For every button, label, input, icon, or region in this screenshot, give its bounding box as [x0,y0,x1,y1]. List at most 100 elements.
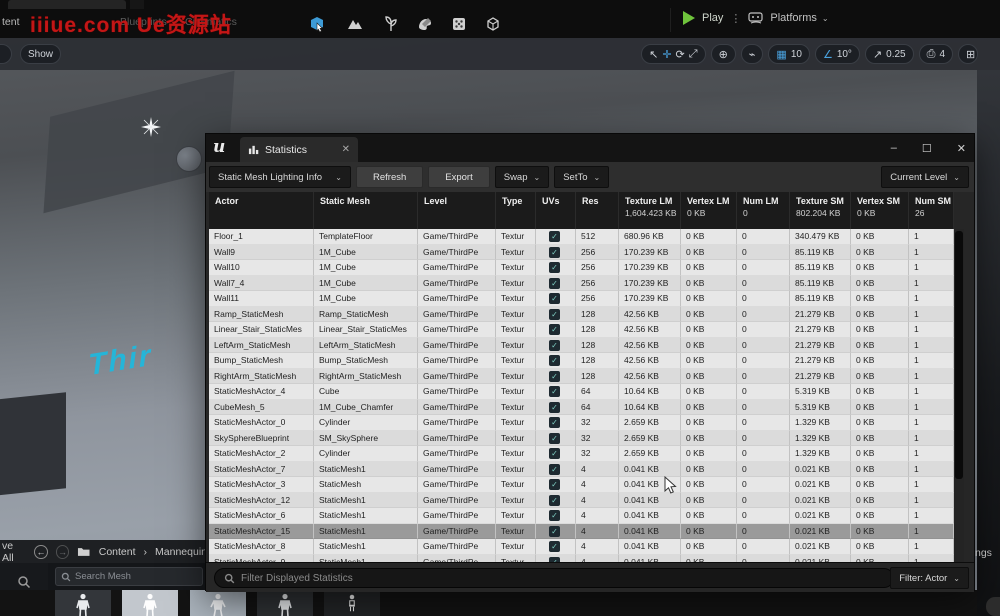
breadcrumb-content[interactable]: Content [99,546,136,558]
show-button[interactable]: Show [20,44,61,64]
brush-editing-mode-icon[interactable] [482,13,504,35]
table-row[interactable]: StaticMeshActor_15StaticMesh1Game/ThirdP… [209,524,954,540]
table-row[interactable]: SkySphereBlueprintSM_SkySphereGame/Third… [209,431,954,447]
uvs-checkbox[interactable]: ✓ [536,229,576,245]
uvs-checkbox[interactable]: ✓ [536,307,576,323]
table-row[interactable]: StaticMeshActor_4CubeGame/ThirdPeTextur✓… [209,384,954,400]
column-header[interactable]: UVs [536,192,576,229]
mesh-paint-mode-icon[interactable] [414,13,436,35]
table-row[interactable]: Wall7_41M_CubeGame/ThirdPeTextur✓256170.… [209,276,954,292]
play-button[interactable]: Play [702,12,723,24]
select-mode-icon[interactable] [306,13,328,35]
uvs-checkbox[interactable]: ✓ [536,431,576,447]
refresh-button[interactable]: Refresh [356,166,423,188]
column-header[interactable]: Actor [209,192,314,229]
uvs-checkbox[interactable]: ✓ [536,415,576,431]
uvs-checkbox[interactable]: ✓ [536,338,576,354]
play-icon[interactable] [683,11,695,25]
fracture-mode-icon[interactable] [448,13,470,35]
stats-mode-dropdown[interactable]: Static Mesh Lighting Info ⌄ [209,166,351,188]
tab-close-icon[interactable]: ✕ [342,144,350,155]
uvs-checkbox[interactable]: ✓ [536,555,576,563]
filter-statistics-input[interactable]: Filter Displayed Statistics [214,568,894,588]
table-row[interactable]: CubeMesh_51M_Cube_ChamferGame/ThirdPeTex… [209,400,954,416]
uvs-checkbox[interactable]: ✓ [536,462,576,478]
uvs-checkbox[interactable]: ✓ [536,524,576,540]
table-row[interactable]: Wall111M_CubeGame/ThirdPeTextur✓256170.2… [209,291,954,307]
uvs-checkbox[interactable]: ✓ [536,400,576,416]
breadcrumb-mannequin[interactable]: Mannequin [155,546,207,558]
uvs-checkbox[interactable]: ✓ [536,276,576,292]
table-row[interactable]: StaticMeshActor_12StaticMesh1Game/ThirdP… [209,493,954,509]
table-row[interactable]: Wall101M_CubeGame/ThirdPeTextur✓256170.2… [209,260,954,276]
export-button[interactable]: Export [428,166,489,188]
level-scope-dropdown[interactable]: Current Level⌄ [881,166,969,188]
asset-thumbnail[interactable] [190,590,246,616]
uvs-checkbox[interactable]: ✓ [536,291,576,307]
uvs-checkbox[interactable]: ✓ [536,322,576,338]
close-icon[interactable]: ✕ [957,142,966,155]
uvs-checkbox[interactable]: ✓ [536,353,576,369]
column-header[interactable]: Type [496,192,536,229]
asset-thumbnail[interactable] [257,590,313,616]
camera-speed-button[interactable]: ⎙ 4 [919,44,953,64]
table-row[interactable]: Bump_StaticMeshBump_StaticMeshGame/Third… [209,353,954,369]
content-button[interactable]: tent [2,16,20,28]
column-header[interactable]: Texture LM1,604.423 KB [619,192,681,229]
uvs-checkbox[interactable]: ✓ [536,508,576,524]
setto-dropdown[interactable]: SetTo⌄ [554,166,609,188]
table-row[interactable]: StaticMeshActor_7StaticMesh1Game/ThirdPe… [209,462,954,478]
statistics-tab[interactable]: Statistics ✕ [240,137,358,162]
table-row[interactable]: RightArm_StaticMeshRightArm_StaticMeshGa… [209,369,954,385]
settings-button-cut[interactable]: ngs [975,547,992,559]
search-icon[interactable] [17,575,31,589]
table-row[interactable]: StaticMeshActor_8StaticMesh1Game/ThirdPe… [209,539,954,555]
surface-snap-button[interactable]: ⌁ [741,44,764,64]
select-tool-icon[interactable]: ↖ [649,48,658,61]
statistics-titlebar[interactable]: u Statistics ✕ – ☐ ✕ [206,134,974,162]
asset-thumbnail[interactable] [55,590,111,616]
grid-snap-button[interactable]: ▦ 10 [768,44,810,64]
asset-thumbnail[interactable] [324,590,380,616]
asset-thumbnail[interactable] [122,590,178,616]
level-editor-tab[interactable] [8,0,126,9]
column-header[interactable]: Num LM0 [737,192,790,229]
uvs-checkbox[interactable]: ✓ [536,539,576,555]
landscape-mode-icon[interactable] [344,13,366,35]
scale-tool-icon[interactable]: ⤢ [689,48,698,61]
column-header[interactable]: Res [576,192,619,229]
uvs-checkbox[interactable]: ✓ [536,369,576,385]
table-row[interactable]: Ramp_StaticMeshRamp_StaticMeshGame/Third… [209,307,954,323]
table-scrollbar[interactable] [954,229,964,562]
scrollbar-thumb[interactable] [955,231,963,479]
column-header[interactable]: Static Mesh [314,192,418,229]
table-row[interactable]: Floor_1TemplateFloorGame/ThirdPeTextur✓5… [209,229,954,245]
table-row[interactable]: StaticMeshActor_9StaticMesh1Game/ThirdPe… [209,555,954,563]
column-header[interactable]: Num SM26 [909,192,954,229]
uvs-checkbox[interactable]: ✓ [536,384,576,400]
table-row[interactable]: StaticMeshActor_3StaticMeshGame/ThirdPeT… [209,477,954,493]
back-icon[interactable]: ← [34,545,48,559]
filter-type-dropdown[interactable]: Filter: Actor⌄ [890,567,969,589]
table-row[interactable]: Wall91M_CubeGame/ThirdPeTextur✓256170.23… [209,245,954,261]
uvs-checkbox[interactable]: ✓ [536,446,576,462]
column-header[interactable]: Vertex LM0 KB [681,192,737,229]
table-row[interactable]: StaticMeshActor_6StaticMesh1Game/ThirdPe… [209,508,954,524]
platforms-button[interactable]: Platforms ⌄ [748,12,828,24]
save-all-button[interactable]: ve All [2,540,26,564]
uvs-checkbox[interactable]: ✓ [536,477,576,493]
column-header[interactable]: Level [418,192,496,229]
table-row[interactable]: StaticMeshActor_0CylinderGame/ThirdPeTex… [209,415,954,431]
maximize-icon[interactable]: ☐ [922,142,932,155]
table-row[interactable]: Linear_Stair_StaticMesLinear_Stair_Stati… [209,322,954,338]
forward-icon[interactable]: → [56,545,70,559]
foliage-mode-icon[interactable] [380,13,402,35]
swap-dropdown[interactable]: Swap⌄ [495,166,549,188]
uvs-checkbox[interactable]: ✓ [536,260,576,276]
table-row[interactable]: StaticMeshActor_2CylinderGame/ThirdPeTex… [209,446,954,462]
uvs-checkbox[interactable]: ✓ [536,245,576,261]
rotate-tool-icon[interactable]: ⟳ [676,48,685,61]
viewport-layout-button[interactable]: ⊞ [958,44,978,64]
scale-snap-button[interactable]: ↗ 0.25 [865,44,914,64]
column-header[interactable]: Vertex SM0 KB [851,192,909,229]
